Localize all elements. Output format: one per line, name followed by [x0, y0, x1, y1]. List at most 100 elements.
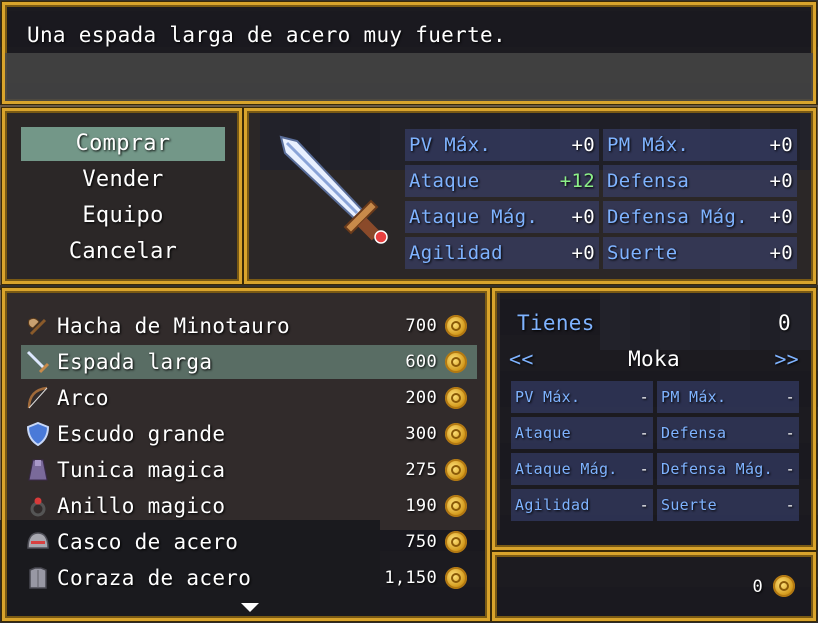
stat-row: Defensa Mág. +0	[603, 201, 797, 233]
item-price: 1,150	[384, 568, 437, 588]
list-item[interactable]: Anillo magico 190	[21, 489, 477, 523]
stat-row: PV Máx. +0	[405, 129, 599, 161]
stat-label: Defensa Mág.	[607, 206, 748, 228]
item-name: Espada larga	[57, 350, 213, 374]
shield-icon	[26, 422, 50, 446]
stat-label: Defensa	[607, 170, 690, 192]
stat-value: +0	[769, 242, 793, 264]
compare-label: Suerte	[661, 496, 717, 514]
stat-row: Defensa +0	[603, 165, 797, 197]
compare-label: Ataque Mág.	[515, 460, 618, 478]
gold-coin-icon	[445, 567, 467, 589]
item-name: Escudo grande	[57, 422, 226, 446]
item-price: 750	[405, 532, 437, 552]
compare-value: -	[785, 388, 795, 406]
gold-coin-icon	[445, 423, 467, 445]
item-price: 190	[405, 496, 437, 516]
shop-item-list: Hacha de Minotauro 700 Espada larga 600 …	[2, 288, 490, 621]
command-window: Comprar Vender Equipo Cancelar	[2, 108, 242, 284]
axe-icon	[28, 317, 47, 336]
list-item[interactable]: Espada larga 600	[21, 345, 477, 379]
stat-row: Ataque +12	[405, 165, 599, 197]
scroll-down-arrow-icon[interactable]	[241, 603, 259, 612]
gold-coin-icon	[445, 351, 467, 373]
sword-icon	[26, 350, 50, 374]
compare-value: -	[785, 424, 795, 442]
stat-label: Suerte	[607, 242, 678, 264]
help-band	[5, 53, 813, 101]
item-name: Coraza de acero	[57, 566, 252, 590]
list-item[interactable]: Arco 200	[21, 381, 477, 415]
stat-value: +0	[571, 242, 595, 264]
sword-icon	[279, 135, 388, 244]
helmet-icon	[27, 532, 49, 549]
compare-row: Defensa Mág. -	[657, 453, 799, 485]
item-price: 600	[405, 352, 437, 372]
item-name: Anillo magico	[57, 494, 226, 518]
compare-label: PM Máx.	[661, 388, 727, 406]
list-item[interactable]: Coraza de acero 1,150	[21, 561, 477, 595]
command-equip[interactable]: Equipo	[21, 199, 225, 233]
stat-label: Ataque Mág.	[409, 206, 539, 228]
list-item[interactable]: Tunica magica 275	[21, 453, 477, 487]
item-price: 300	[405, 424, 437, 444]
stat-row: Agilidad +0	[405, 237, 599, 269]
item-name: Hacha de Minotauro	[57, 314, 290, 338]
stat-value: +12	[559, 170, 595, 192]
item-name: Tunica magica	[57, 458, 226, 482]
compare-row: PM Máx. -	[657, 381, 799, 413]
possession-label: Tienes	[517, 311, 595, 335]
stat-row: Suerte +0	[603, 237, 797, 269]
command-cancel[interactable]: Cancelar	[21, 235, 225, 269]
compare-value: -	[639, 424, 649, 442]
compare-label: Defensa	[661, 424, 727, 442]
item-name: Casco de acero	[57, 530, 239, 554]
compare-row: Suerte -	[657, 489, 799, 521]
possession-count: 0	[778, 311, 791, 335]
list-item[interactable]: Hacha de Minotauro 700	[21, 309, 477, 343]
compare-value: -	[639, 388, 649, 406]
item-price: 275	[405, 460, 437, 480]
ring-icon	[30, 497, 46, 517]
possession-window: Tienes 0 << Moka >> PV Máx. - PM Máx. - …	[492, 288, 816, 550]
stat-label: PM Máx.	[607, 134, 690, 156]
stat-value: +0	[571, 134, 595, 156]
gold-coin-icon	[445, 495, 467, 517]
next-actor-button[interactable]: >>	[774, 347, 799, 371]
item-description: Una espada larga de acero muy fuerte.	[27, 23, 506, 47]
gold-coin-icon	[773, 575, 795, 597]
stat-label: Agilidad	[409, 242, 503, 264]
armor-icon	[29, 567, 47, 589]
compare-label: Defensa Mág.	[661, 460, 773, 478]
compare-label: Agilidad	[515, 496, 590, 514]
gold-coin-icon	[445, 387, 467, 409]
compare-label: PV Máx.	[515, 388, 581, 406]
compare-value: -	[785, 460, 795, 478]
stat-value: +0	[769, 170, 793, 192]
compare-row: Ataque -	[511, 417, 653, 449]
compare-value: -	[785, 496, 795, 514]
compare-label: Ataque	[515, 424, 571, 442]
command-buy[interactable]: Comprar	[21, 127, 225, 161]
list-item[interactable]: Escudo grande 300	[21, 417, 477, 451]
item-status-window: PV Máx. +0 PM Máx. +0 Ataque +12 Defensa…	[244, 108, 816, 284]
stat-row: PM Máx. +0	[603, 129, 797, 161]
compare-row: Defensa -	[657, 417, 799, 449]
command-sell[interactable]: Vender	[21, 163, 225, 197]
gold-coin-icon	[445, 315, 467, 337]
gold-coin-icon	[445, 531, 467, 553]
stat-value: +0	[769, 206, 793, 228]
gold-coin-icon	[445, 459, 467, 481]
item-price: 700	[405, 316, 437, 336]
bow-icon	[27, 386, 48, 409]
gold-window: 0	[492, 552, 816, 621]
compare-value: -	[639, 460, 649, 478]
item-price: 200	[405, 388, 437, 408]
robe-icon	[28, 459, 48, 481]
stat-value: +0	[769, 134, 793, 156]
list-item[interactable]: Casco de acero 750	[21, 525, 477, 559]
compare-row: Agilidad -	[511, 489, 653, 521]
compare-value: -	[639, 496, 649, 514]
stat-row: Ataque Mág. +0	[405, 201, 599, 233]
item-name: Arco	[57, 386, 109, 410]
